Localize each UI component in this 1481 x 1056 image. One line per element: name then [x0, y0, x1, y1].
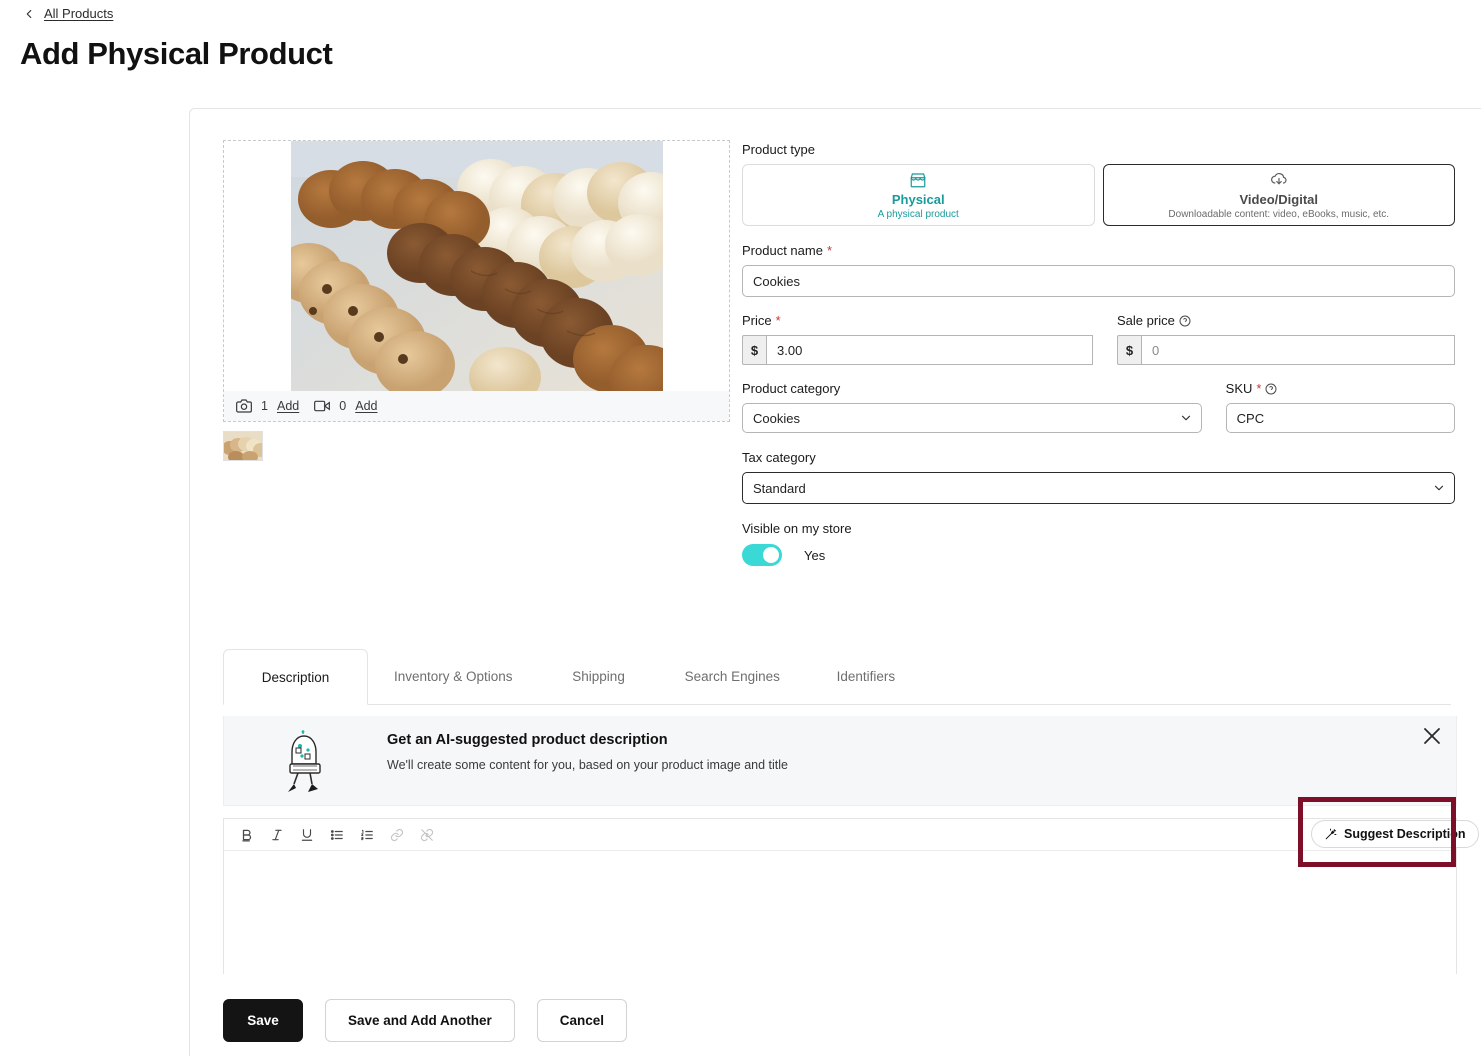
sku-input[interactable]: [1226, 403, 1455, 433]
tab-description[interactable]: Description: [223, 649, 368, 705]
sku-label: SKU *: [1226, 381, 1455, 396]
visible-toggle-value: Yes: [804, 548, 825, 563]
product-type-video-digital[interactable]: Video/Digital Downloadable content: vide…: [1103, 164, 1456, 226]
visible-toggle[interactable]: [742, 544, 782, 566]
product-image-preview[interactable]: [291, 141, 663, 393]
magic-wand-icon: [1324, 828, 1337, 841]
breadcrumb: All Products: [22, 6, 113, 21]
tab-shipping[interactable]: Shipping: [539, 648, 659, 704]
product-type-selector: Physical A physical product Video/Digita…: [742, 164, 1455, 226]
tab-inventory-options[interactable]: Inventory & Options: [368, 648, 539, 704]
ai-banner-subtitle: We'll create some content for you, based…: [387, 758, 788, 772]
image-dropzone[interactable]: 1 Add 0 Add: [223, 140, 730, 422]
bold-icon[interactable]: [232, 822, 262, 848]
product-name-input[interactable]: [742, 265, 1455, 297]
visible-on-store-label: Visible on my store: [742, 521, 1455, 536]
product-type-video-title: Video/Digital: [1240, 192, 1319, 207]
tax-category-field: Standard: [742, 472, 1455, 504]
visible-toggle-row: Yes: [742, 544, 1455, 566]
form-column: Product type Physical A physical product…: [742, 142, 1455, 566]
save-and-add-another-button[interactable]: Save and Add Another: [325, 999, 515, 1042]
add-product-page: All Products Add Physical Product: [0, 0, 1481, 1056]
add-video-link[interactable]: Add: [355, 399, 377, 413]
photo-count: 1: [261, 399, 268, 413]
breadcrumb-all-products-link[interactable]: All Products: [44, 6, 113, 21]
currency-prefix: $: [1117, 335, 1141, 365]
sale-price-field: $: [1117, 335, 1455, 365]
product-category-field: Cookies: [742, 403, 1202, 433]
save-button[interactable]: Save: [223, 999, 303, 1042]
description-textarea[interactable]: [224, 851, 1456, 974]
ai-suggestion-banner: Get an AI-suggested product description …: [223, 716, 1457, 806]
image-thumbnail[interactable]: [223, 431, 263, 461]
product-type-label: Product type: [742, 142, 1455, 157]
product-category-label: Product category: [742, 381, 1202, 396]
required-marker: *: [776, 314, 781, 327]
detail-tabs: Description Inventory & Options Shipping…: [223, 649, 1451, 705]
product-type-physical-subtitle: A physical product: [878, 209, 959, 220]
store-icon: [909, 171, 927, 190]
product-name-label: Product name *: [742, 243, 1455, 258]
suggest-description-label: Suggest Description: [1344, 827, 1466, 841]
thumbnail-row: [223, 431, 730, 461]
link-icon: [382, 822, 412, 848]
media-column: 1 Add 0 Add: [223, 140, 730, 461]
toggle-knob: [763, 547, 779, 563]
page-title: Add Physical Product: [20, 36, 332, 72]
product-type-physical[interactable]: Physical A physical product: [742, 164, 1095, 226]
bulleted-list-icon[interactable]: [322, 822, 352, 848]
underline-icon[interactable]: [292, 822, 322, 848]
tax-category-select[interactable]: Standard: [742, 472, 1455, 504]
tab-search-engines[interactable]: Search Engines: [659, 648, 806, 704]
product-type-physical-title: Physical: [892, 192, 945, 207]
media-counts-bar: 1 Add 0 Add: [224, 391, 729, 421]
video-camera-icon: [314, 398, 330, 414]
product-category-select[interactable]: Cookies: [742, 403, 1202, 433]
price-label: Price *: [742, 313, 1093, 328]
help-icon[interactable]: [1179, 315, 1191, 327]
sale-price-label: Sale price: [1117, 313, 1455, 328]
add-photo-link[interactable]: Add: [277, 399, 299, 413]
editor-toolbar: [224, 819, 1456, 851]
numbered-list-icon[interactable]: [352, 822, 382, 848]
help-icon[interactable]: [1265, 383, 1277, 395]
suggest-description-button[interactable]: Suggest Description: [1311, 820, 1479, 848]
video-count: 0: [339, 399, 346, 413]
required-marker: *: [1256, 382, 1261, 395]
tax-category-label: Tax category: [742, 450, 1455, 465]
sale-price-input[interactable]: [1141, 335, 1455, 365]
price-field: $: [742, 335, 1093, 365]
italic-icon[interactable]: [262, 822, 292, 848]
ai-banner-title: Get an AI-suggested product description: [387, 732, 668, 748]
price-input[interactable]: [766, 335, 1093, 365]
currency-prefix: $: [742, 335, 766, 365]
description-editor: [223, 818, 1457, 974]
camera-icon: [236, 398, 252, 414]
product-type-video-subtitle: Downloadable content: video, eBooks, mus…: [1168, 209, 1389, 220]
form-actions: Save Save and Add Another Cancel: [223, 999, 627, 1042]
unlink-icon: [412, 822, 442, 848]
required-marker: *: [827, 244, 832, 257]
close-icon[interactable]: [1420, 724, 1444, 748]
chevron-left-icon: [22, 7, 36, 21]
cloud-download-icon: [1270, 171, 1288, 190]
robot-icon: [282, 730, 342, 794]
cancel-button[interactable]: Cancel: [537, 999, 627, 1042]
tab-identifiers[interactable]: Identifiers: [806, 648, 926, 704]
